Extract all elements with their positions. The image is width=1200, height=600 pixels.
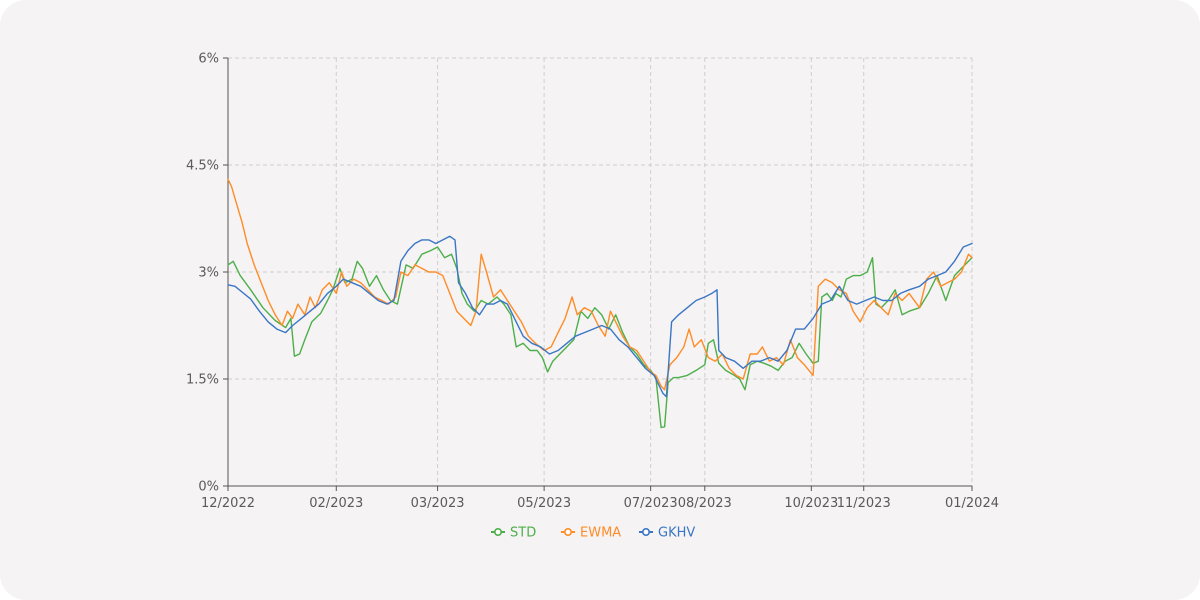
legend-marker: [493, 527, 502, 536]
y-tick-label: 3%: [198, 266, 219, 281]
axis-layer: 0% 1.5% 3% 4.5% 6% 12/2022 02/2023 03/2023 05/20…: [186, 52, 999, 512]
series-layer: [227, 178, 973, 429]
grid-layer: [228, 57, 973, 486]
volatility-line-chart: 0% 1.5% 3% 4.5% 6% 12/2022 02/2023 03/2023 05/20…: [186, 52, 999, 541]
y-tick-label: 1.5%: [186, 373, 219, 388]
legend-label: GKHV: [658, 526, 695, 541]
legend-item-gkhv[interactable]: GKHV: [639, 526, 695, 541]
y-tick-label: 4.5%: [186, 159, 219, 174]
legend-marker: [563, 527, 572, 536]
y-tick-label: 0%: [198, 480, 219, 495]
x-tick-label: 02/2023: [309, 496, 363, 511]
legend-item-std[interactable]: STD: [491, 526, 536, 541]
legend: STD EWMA GKHV: [491, 526, 695, 541]
legend-label: STD: [510, 526, 536, 541]
x-tick-label: 07/2023: [624, 496, 678, 511]
series-line-ewma: [227, 178, 973, 391]
legend-label: EWMA: [580, 526, 621, 541]
x-tick-label: 01/2024: [945, 496, 999, 511]
chart-card: 0% 1.5% 3% 4.5% 6% 12/2022 02/2023 03/2023 05/20…: [0, 0, 1200, 600]
legend-marker: [641, 527, 650, 536]
series-line-std: [227, 246, 973, 429]
x-tick-label: 11/2023: [837, 496, 891, 511]
series-line-gkhv: [227, 235, 973, 398]
legend-item-ewma[interactable]: EWMA: [561, 526, 621, 541]
y-tick-label: 6%: [198, 52, 219, 67]
x-tick-label: 03/2023: [411, 496, 465, 511]
x-tick-label: 12/2022: [201, 496, 255, 511]
x-tick-label: 08/2023: [678, 496, 732, 511]
x-tick-label: 05/2023: [517, 496, 571, 511]
x-tick-label: 10/2023: [784, 496, 838, 511]
